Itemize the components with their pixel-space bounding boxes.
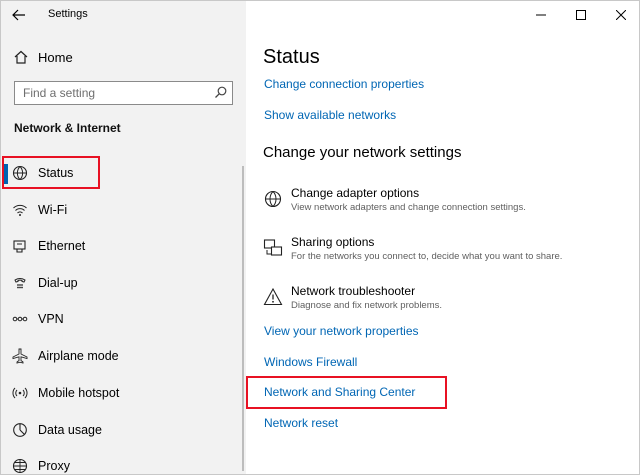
app-title: Settings bbox=[48, 8, 88, 20]
section-title: Network & Internet bbox=[14, 121, 121, 135]
proxy-globe-icon bbox=[12, 458, 28, 474]
option-description: For the networks you connect to, decide … bbox=[291, 251, 563, 262]
wifi-icon bbox=[13, 204, 27, 216]
sidebar-item-status[interactable]: Status bbox=[1, 155, 246, 191]
change-connection-properties-link[interactable]: Change connection properties bbox=[264, 77, 424, 91]
view-network-properties-link[interactable]: View your network properties bbox=[264, 324, 419, 338]
sidebar-item-dialup[interactable]: Dial-up bbox=[1, 265, 246, 301]
sidebar-item-label: Status bbox=[38, 166, 74, 180]
sidebar-item-label: Airplane mode bbox=[38, 349, 119, 363]
sharing-icon bbox=[263, 239, 283, 256]
search-input[interactable] bbox=[15, 82, 205, 103]
sidebar-item-airplane-mode[interactable]: Airplane mode bbox=[1, 338, 246, 374]
back-button[interactable] bbox=[7, 4, 31, 26]
sidebar-scrollbar[interactable] bbox=[242, 166, 244, 471]
warning-icon bbox=[263, 287, 283, 306]
network-troubleshooter[interactable]: Network troubleshooter Diagnose and fix … bbox=[263, 284, 633, 318]
option-title: Sharing options bbox=[291, 235, 375, 249]
option-title: Network troubleshooter bbox=[291, 284, 416, 298]
sidebar-item-ethernet[interactable]: Ethernet bbox=[1, 228, 246, 264]
sidebar-item-label: VPN bbox=[38, 312, 64, 326]
sidebar-item-label: Dial-up bbox=[38, 276, 78, 290]
sidebar-item-proxy[interactable]: Proxy bbox=[1, 448, 246, 474]
home-link[interactable]: Home bbox=[1, 46, 246, 70]
maximize-button[interactable] bbox=[561, 1, 601, 29]
home-icon bbox=[14, 50, 28, 64]
sidebar: Settings Home Network & Internet Status … bbox=[1, 1, 246, 474]
sharing-options[interactable]: Sharing options For the networks you con… bbox=[263, 235, 633, 269]
windows-firewall-link[interactable]: Windows Firewall bbox=[264, 355, 357, 369]
sidebar-item-label: Wi-Fi bbox=[38, 203, 68, 217]
home-label: Home bbox=[38, 50, 73, 65]
settings-window: Settings Home Network & Internet Status … bbox=[0, 0, 640, 475]
sidebar-item-data-usage[interactable]: Data usage bbox=[1, 412, 246, 448]
search-icon[interactable] bbox=[214, 86, 227, 99]
data-usage-icon bbox=[13, 423, 27, 437]
sidebar-item-label: Proxy bbox=[38, 459, 70, 473]
minimize-icon bbox=[536, 14, 546, 16]
sidebar-item-vpn[interactable]: VPN bbox=[1, 301, 246, 337]
search-box bbox=[14, 81, 233, 105]
dialup-icon bbox=[14, 278, 26, 289]
ethernet-icon bbox=[13, 240, 26, 253]
show-available-networks-link[interactable]: Show available networks bbox=[264, 108, 396, 122]
option-description: Diagnose and fix network problems. bbox=[291, 300, 443, 311]
title-bar: Settings bbox=[1, 1, 246, 29]
hotspot-icon bbox=[12, 387, 28, 399]
close-icon bbox=[616, 10, 626, 20]
airplane-icon bbox=[12, 348, 28, 364]
maximize-icon bbox=[576, 10, 586, 20]
option-description: View network adapters and change connect… bbox=[291, 202, 526, 213]
vpn-icon bbox=[12, 316, 28, 322]
sidebar-item-label: Mobile hotspot bbox=[38, 386, 120, 400]
network-reset-link[interactable]: Network reset bbox=[264, 416, 338, 430]
active-indicator bbox=[4, 164, 8, 184]
globe-icon bbox=[12, 165, 28, 181]
sidebar-item-label: Ethernet bbox=[38, 239, 86, 253]
change-adapter-options[interactable]: Change adapter options View network adap… bbox=[263, 186, 633, 220]
page-title: Status bbox=[263, 46, 320, 68]
section-heading: Change your network settings bbox=[263, 144, 462, 161]
back-arrow-icon bbox=[12, 9, 25, 21]
sidebar-item-mobile-hotspot[interactable]: Mobile hotspot bbox=[1, 375, 246, 411]
network-and-sharing-center-link[interactable]: Network and Sharing Center bbox=[264, 385, 415, 399]
sidebar-item-label: Data usage bbox=[38, 423, 102, 437]
window-controls bbox=[521, 1, 639, 29]
main-content: Status Change connection properties Show… bbox=[246, 1, 639, 474]
minimize-button[interactable] bbox=[521, 1, 561, 29]
sidebar-item-wifi[interactable]: Wi-Fi bbox=[1, 192, 246, 228]
adapter-icon bbox=[264, 190, 282, 208]
close-button[interactable] bbox=[601, 1, 639, 29]
option-title: Change adapter options bbox=[291, 186, 420, 200]
